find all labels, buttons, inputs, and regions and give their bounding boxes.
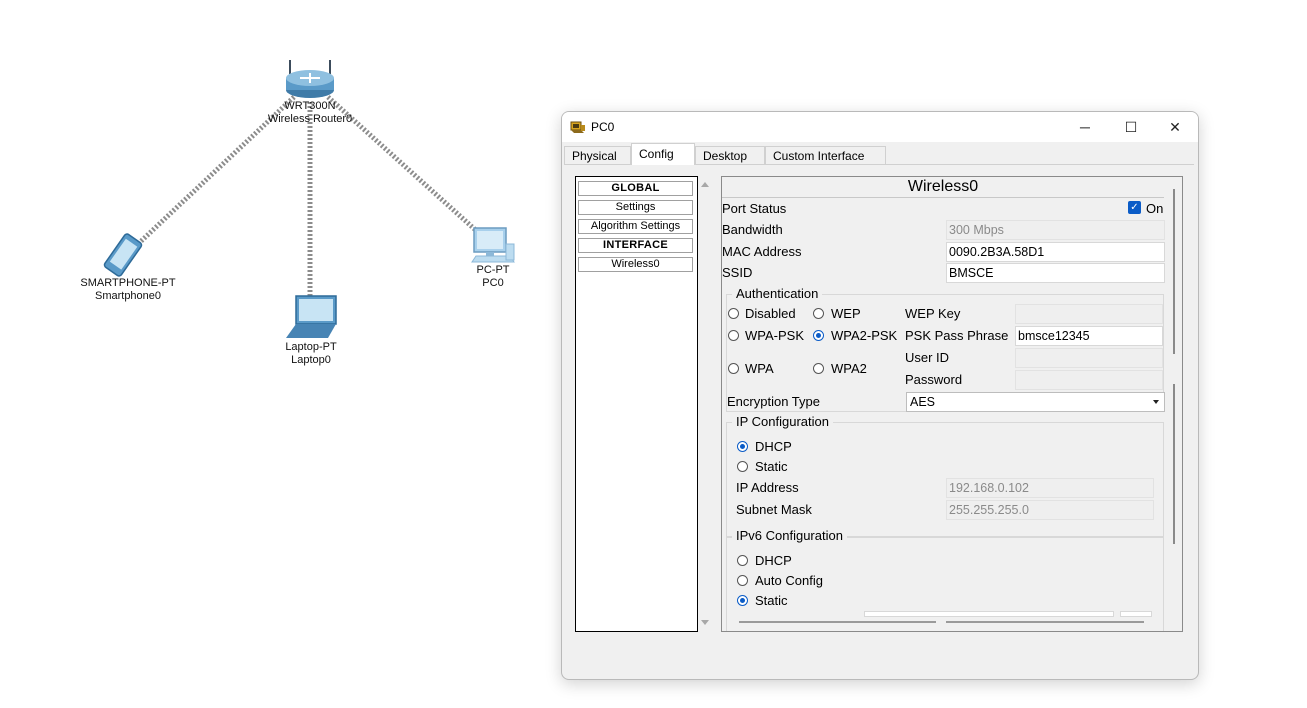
nav-interface-header: INTERFACE (578, 238, 693, 253)
wep-key-label: WEP Key (905, 306, 961, 321)
close-button[interactable]: ✕ (1152, 112, 1198, 142)
router-icon[interactable] (284, 58, 336, 100)
tab-custom-interface[interactable]: Custom Interface (765, 146, 886, 164)
auth-wpa2-label: WPA2 (831, 361, 867, 376)
smartphone-name: Smartphone0 (94, 290, 162, 302)
tab-desktop[interactable]: Desktop (695, 146, 765, 164)
topology-canvas: WRT300N Wireless Router0 SMARTPHONE-PT S… (0, 0, 560, 708)
chevron-down-icon (1153, 400, 1159, 404)
password-field (1015, 370, 1163, 390)
nav-scrollbar[interactable] (698, 177, 712, 630)
ipv6-static-radio[interactable] (737, 595, 748, 606)
router-label: WRT300N Wireless Router0 (268, 100, 352, 126)
ssid-field[interactable]: BMSCE (946, 263, 1165, 283)
auth-wpa-label: WPA (745, 361, 774, 376)
ipv6-auto-config-radio[interactable] (737, 575, 748, 586)
ipv6-prefix-field[interactable] (1120, 611, 1152, 617)
panel-title: Wireless0 (722, 177, 1164, 198)
ipv6-configuration-title: IPv6 Configuration (732, 528, 847, 544)
scroll-up-icon[interactable] (701, 182, 709, 187)
auth-wpa2-psk-radio[interactable] (813, 330, 824, 341)
port-on-label: On (1146, 201, 1164, 216)
pc-name: PC0 (482, 277, 504, 289)
user-id-label: User ID (905, 350, 950, 365)
ip-dhcp-label: DHCP (755, 439, 792, 454)
router-model: WRT300N (284, 100, 336, 112)
password-label: Password (905, 372, 963, 387)
auth-wep-radio[interactable] (813, 308, 824, 319)
user-id-field (1015, 348, 1163, 368)
smartphone-model: SMARTPHONE-PT (80, 277, 176, 289)
nav-settings[interactable]: Settings (578, 200, 693, 215)
window-title: PC0 (591, 120, 615, 134)
port-on-checkbox[interactable]: ✓ (1128, 201, 1141, 214)
laptop-label: Laptop-PT Laptop0 (285, 341, 336, 367)
ipv6-address-field[interactable] (864, 611, 1114, 617)
auth-wpa2-radio[interactable] (813, 363, 824, 374)
nav-algorithm-settings[interactable]: Algorithm Settings (578, 219, 693, 234)
port-status-label: Port Status (722, 201, 787, 216)
maximize-button[interactable]: ☐ (1108, 112, 1154, 142)
pc-model: PC-PT (476, 264, 510, 276)
ip-address-label: IP Address (736, 480, 799, 495)
panel-vertical-scrollbar[interactable] (1173, 189, 1176, 629)
scroll-down-icon[interactable] (701, 620, 709, 625)
nav-wireless0[interactable]: Wireless0 (578, 257, 693, 272)
ipv6-static-label: Static (755, 593, 788, 608)
wep-key-field (1015, 304, 1163, 324)
mac-address-label: MAC Address (722, 244, 802, 259)
ip-address-field: 192.168.0.102 (946, 478, 1154, 498)
wireless-config-panel: Wireless0 Port Status ✓ On Bandwidth 300… (721, 176, 1183, 632)
psk-pass-phrase-label: PSK Pass Phrase (905, 328, 1009, 343)
laptop-name: Laptop0 (291, 354, 331, 366)
auth-disabled-label: Disabled (745, 306, 796, 321)
tab-physical[interactable]: Physical (564, 146, 631, 164)
panel-horizontal-scrollbar-left[interactable] (739, 621, 936, 623)
config-nav: GLOBAL Settings Algorithm Settings INTER… (575, 176, 698, 632)
bandwidth-label: Bandwidth (722, 222, 783, 237)
auth-wep-label: WEP (831, 306, 861, 321)
laptop-icon[interactable] (284, 294, 340, 340)
auth-wpa-psk-label: WPA-PSK (745, 328, 804, 343)
ipv6-auto-config-label: Auto Config (755, 573, 823, 588)
pc-icon[interactable] (470, 226, 516, 266)
subnet-mask-field: 255.255.255.0 (946, 500, 1154, 520)
ssid-label: SSID (722, 265, 753, 280)
authentication-title: Authentication (732, 286, 823, 302)
encryption-type-select[interactable]: AES (906, 392, 1165, 412)
laptop-model: Laptop-PT (285, 341, 337, 353)
pc-app-icon (570, 121, 585, 133)
ipv6-dhcp-label: DHCP (755, 553, 792, 568)
minimize-button[interactable]: ─ (1062, 112, 1108, 142)
router-name: Wireless Router0 (267, 113, 353, 125)
ip-configuration-title: IP Configuration (732, 414, 833, 430)
pc0-window: PC0 ─ ☐ ✕ Physical Config Desktop Custom… (561, 111, 1199, 680)
auth-wpa-radio[interactable] (728, 363, 739, 374)
pc-label: PC-PT PC0 (477, 264, 510, 290)
smartphone-icon[interactable] (100, 232, 146, 278)
title-bar[interactable]: PC0 ─ ☐ ✕ (562, 112, 1198, 142)
tab-config[interactable]: Config (631, 143, 695, 165)
auth-wpa-psk-radio[interactable] (728, 330, 739, 341)
encryption-type-value: AES (910, 395, 936, 409)
psk-pass-phrase-field[interactable]: bmsce12345 (1015, 326, 1163, 346)
ipv6-dhcp-radio[interactable] (737, 555, 748, 566)
smartphone-label: SMARTPHONE-PT Smartphone0 (80, 277, 175, 303)
mac-address-field[interactable]: 0090.2B3A.58D1 (946, 242, 1165, 262)
ip-dhcp-radio[interactable] (737, 441, 748, 452)
auth-disabled-radio[interactable] (728, 308, 739, 319)
auth-wpa2-psk-label: WPA2-PSK (831, 328, 898, 343)
nav-global-header: GLOBAL (578, 181, 693, 196)
subnet-mask-label: Subnet Mask (736, 502, 812, 517)
panel-horizontal-scrollbar-right[interactable] (946, 621, 1144, 623)
encryption-type-label: Encryption Type (727, 394, 820, 409)
ip-static-label: Static (755, 459, 788, 474)
bandwidth-field: 300 Mbps (946, 220, 1165, 240)
ip-static-radio[interactable] (737, 461, 748, 472)
